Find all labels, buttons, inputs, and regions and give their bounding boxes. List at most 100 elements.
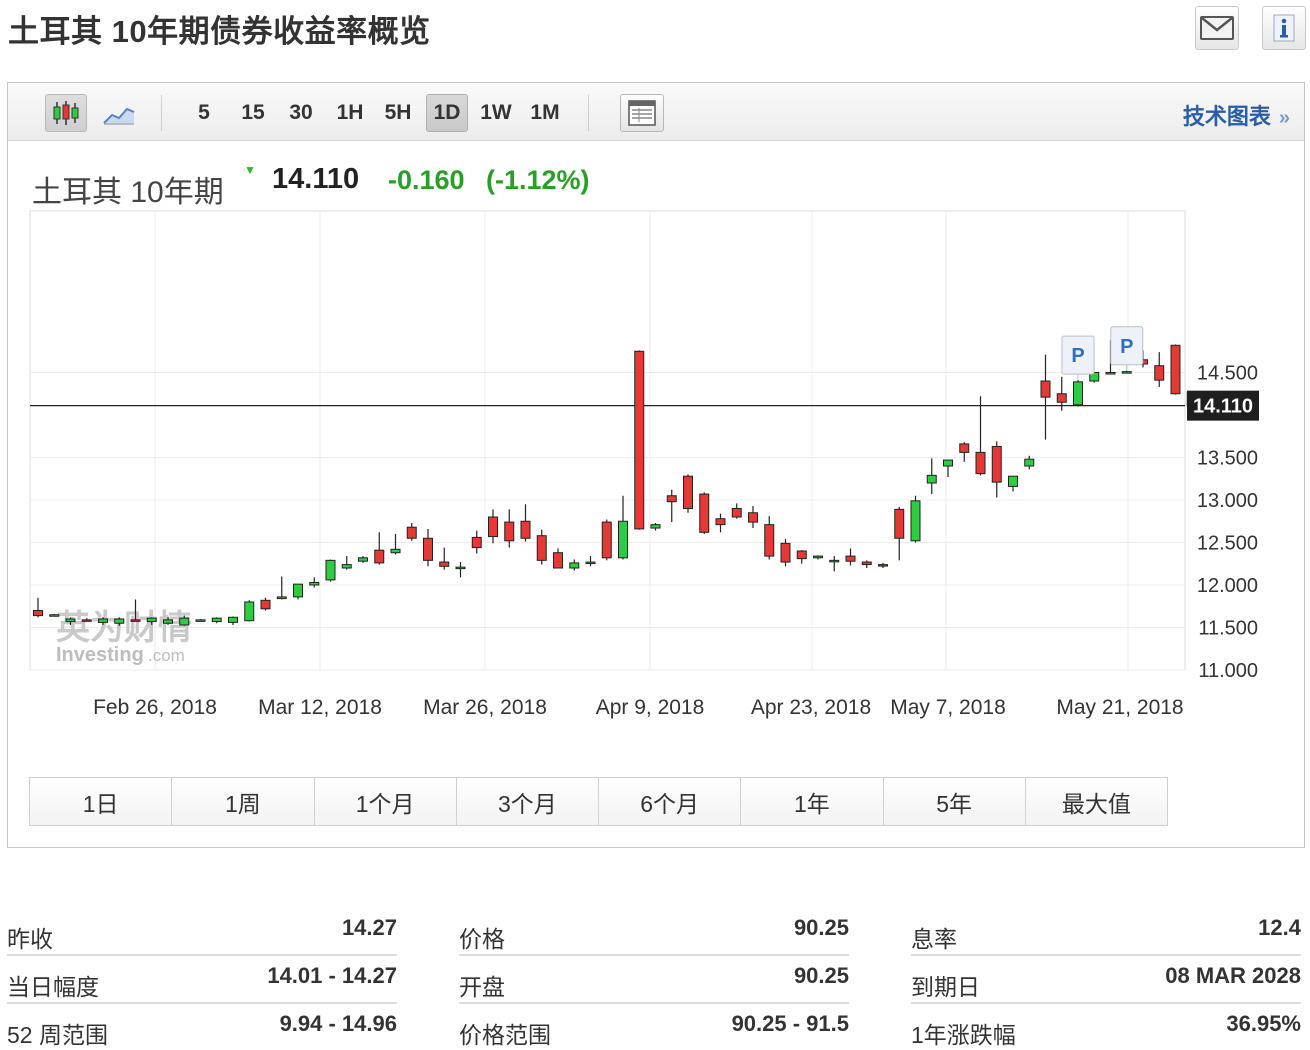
stat-day-range: 当日幅度 14.01 - 14.27 bbox=[7, 956, 397, 1004]
x-tick-label: Apr 23, 2018 bbox=[751, 696, 871, 719]
stat-value: 14.01 - 14.27 bbox=[267, 963, 397, 988]
candle-body bbox=[926, 474, 937, 484]
range-5y[interactable]: 5年 bbox=[884, 778, 1026, 825]
email-button[interactable] bbox=[1195, 6, 1239, 50]
x-tick-label: Mar 26, 2018 bbox=[423, 696, 547, 719]
candle-body bbox=[1073, 381, 1083, 406]
candle-body bbox=[813, 555, 823, 559]
watermark-logo-cn: 英为财情 bbox=[56, 608, 192, 648]
candle-body bbox=[861, 561, 872, 566]
candle-body bbox=[439, 561, 450, 567]
candle-body bbox=[146, 617, 157, 623]
candle-body bbox=[81, 619, 92, 622]
candle-body bbox=[650, 524, 661, 529]
candle-body bbox=[1121, 371, 1132, 374]
candle-body bbox=[780, 542, 791, 563]
y-tick-label: 13.000 bbox=[1197, 490, 1258, 512]
candle-body bbox=[423, 537, 433, 561]
candle-body bbox=[211, 617, 222, 623]
range-1d[interactable]: 1日 bbox=[30, 778, 173, 825]
y-tick-label: 14.500 bbox=[1197, 363, 1258, 385]
candle-body bbox=[98, 618, 108, 623]
range-1m[interactable]: 1个月 bbox=[315, 778, 457, 825]
range-1y[interactable]: 1年 bbox=[741, 778, 884, 825]
candle-body bbox=[894, 508, 905, 539]
last-price-badge-label: 14.110 bbox=[1193, 396, 1253, 418]
candle-body bbox=[764, 524, 775, 557]
candle-body bbox=[1154, 365, 1165, 381]
plot-area bbox=[29, 210, 1186, 671]
stat-52-week-range: 52 周范围 9.94 - 14.96 bbox=[7, 1004, 397, 1050]
watermark-logo-suffix: .com bbox=[148, 646, 185, 665]
candle-body bbox=[163, 619, 173, 624]
candle-body bbox=[943, 459, 953, 467]
candle-body bbox=[731, 508, 742, 518]
chart-panel: 5 15 30 1H 5H 1D 1W 1M 技术图表» 土耳其 10年期 ▼ … bbox=[7, 82, 1305, 848]
candle-body bbox=[618, 520, 628, 559]
stat-label: 1年涨跌幅 bbox=[911, 1022, 1016, 1048]
candle-body bbox=[195, 619, 206, 622]
stats-column-1: 昨收 14.27 当日幅度 14.01 - 14.27 52 周范围 9.94 … bbox=[7, 908, 397, 1050]
candle-body bbox=[683, 475, 693, 510]
candle-body bbox=[488, 516, 498, 538]
page-title: 土耳其 10年期债券收益率概览 bbox=[8, 14, 431, 49]
candle-body bbox=[1040, 380, 1051, 398]
watermark-logo-en: Investing bbox=[56, 644, 144, 666]
candle-body bbox=[455, 566, 466, 570]
stat-label: 到期日 bbox=[911, 974, 980, 1000]
candle-body bbox=[520, 520, 531, 539]
y-tick-label: 11.500 bbox=[1198, 618, 1258, 640]
candle-body bbox=[390, 548, 401, 554]
candle-body bbox=[536, 535, 547, 561]
range-1w[interactable]: 1周 bbox=[172, 778, 315, 825]
candle-body bbox=[260, 599, 271, 610]
stat-price: 价格 90.25 bbox=[459, 908, 849, 956]
candle-body bbox=[1105, 372, 1116, 375]
info-button[interactable] bbox=[1262, 6, 1306, 50]
candle-body bbox=[601, 521, 612, 559]
stat-prev-close: 昨收 14.27 bbox=[7, 908, 397, 956]
candle-body bbox=[910, 500, 921, 542]
candle-body bbox=[796, 550, 807, 560]
range-3m[interactable]: 3个月 bbox=[457, 778, 599, 825]
candle-body bbox=[748, 512, 758, 523]
p-marker-label: P bbox=[1120, 336, 1133, 358]
candle-body bbox=[1008, 475, 1018, 487]
stat-open: 开盘 90.25 bbox=[459, 956, 849, 1004]
candle-body bbox=[228, 616, 238, 623]
candle-body bbox=[130, 619, 141, 622]
candle-body bbox=[553, 552, 563, 569]
candle-body bbox=[1024, 458, 1035, 467]
candle-body bbox=[276, 596, 287, 600]
candle-body bbox=[33, 610, 43, 617]
candle-body bbox=[504, 521, 515, 542]
stat-price-range: 价格范围 90.25 - 91.5 bbox=[459, 1004, 849, 1050]
x-tick-label: Feb 26, 2018 bbox=[93, 696, 217, 719]
range-max[interactable]: 最大值 bbox=[1026, 778, 1167, 825]
candle-body bbox=[975, 451, 986, 475]
candle-body bbox=[114, 618, 125, 624]
stat-value: 36.95% bbox=[1226, 1011, 1301, 1036]
candle-body bbox=[358, 557, 368, 562]
y-tick-label: 13.500 bbox=[1197, 448, 1258, 470]
candle-body bbox=[1170, 344, 1181, 395]
candle-body bbox=[179, 617, 190, 626]
candle-body bbox=[959, 443, 970, 453]
range-6m[interactable]: 6个月 bbox=[599, 778, 742, 825]
stat-value: 90.25 bbox=[793, 915, 849, 940]
candle-body bbox=[341, 564, 352, 569]
candle-body bbox=[878, 564, 888, 567]
stat-value: 08 MAR 2028 bbox=[1165, 963, 1301, 988]
stat-value: 12.4 bbox=[1258, 915, 1301, 940]
candle-body bbox=[829, 559, 840, 563]
stat-value: 90.25 - 91.5 bbox=[731, 1011, 849, 1036]
candle-body bbox=[666, 495, 677, 503]
x-tick-label: Mar 12, 2018 bbox=[258, 696, 382, 719]
candle-body bbox=[845, 555, 856, 562]
envelope-icon bbox=[1200, 16, 1234, 40]
price-chart[interactable]: 英为财情Investing .com P P 11.000 11.500 12.000 12.… bbox=[8, 83, 1304, 773]
candle-body bbox=[49, 614, 60, 617]
p-marker-label: P bbox=[1071, 345, 1084, 367]
y-tick-label: 12.000 bbox=[1197, 575, 1258, 597]
range-selector: 1日 1周 1个月 3个月 6个月 1年 5年 最大值 bbox=[29, 777, 1168, 826]
